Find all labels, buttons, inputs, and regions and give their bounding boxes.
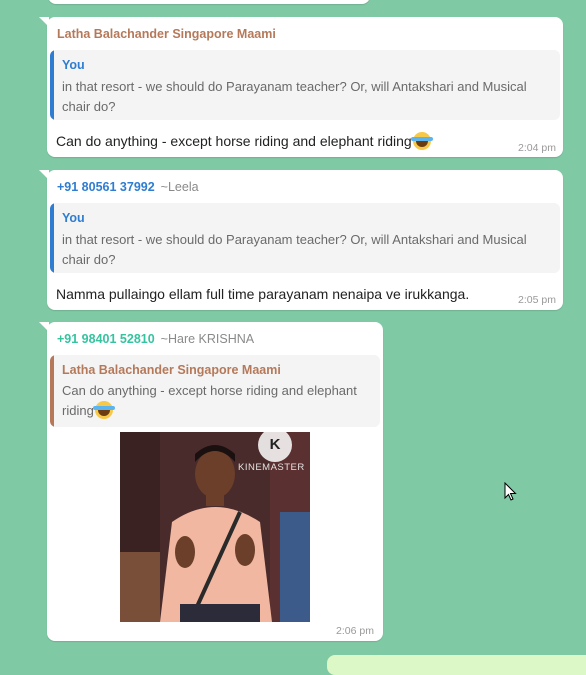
message-timestamp: 2:05 pm [518, 294, 556, 306]
sender-pushname: ~Leela [160, 180, 199, 194]
quote-bar [50, 203, 54, 273]
mouse-cursor-icon [504, 482, 517, 501]
previous-message-bubble[interactable] [48, 0, 370, 4]
quoted-text: in that resort - we should do Parayanam … [62, 232, 527, 267]
quoted-sender-name: Latha Balachander Singapore Maami [62, 363, 281, 377]
message-timestamp: 2:06 pm [336, 625, 374, 637]
message-bubble-3[interactable]: +91 98401 52810 ~Hare KRISHNA Latha Balac… [39, 322, 383, 641]
tears-of-joy-emoji-icon [92, 401, 115, 419]
quote-bar [50, 355, 54, 427]
quoted-text: in that resort - we should do Parayanam … [62, 79, 527, 114]
sender-name[interactable]: Latha Balachander Singapore Maami [57, 27, 276, 41]
quoted-sender-name: You [62, 58, 85, 72]
bubble-tail [39, 17, 49, 27]
quoted-message[interactable]: You in that resort - we should do Paraya… [50, 203, 560, 273]
bubble-tail [39, 322, 49, 332]
sender-phone[interactable]: +91 80561 37992 ~Leela [57, 180, 199, 194]
quoted-message[interactable]: You in that resort - we should do Paraya… [50, 50, 560, 120]
kinemaster-watermark: KINEMASTER [238, 462, 305, 473]
quoted-message[interactable]: Latha Balachander Singapore Maami Can do… [50, 355, 380, 427]
quoted-sender-name: You [62, 211, 85, 225]
sender-pushname: ~Hare KRISHNA [160, 332, 255, 346]
message-timestamp: 2:04 pm [518, 142, 556, 154]
message-text: Namma pullaingo ellam full time parayana… [56, 286, 470, 302]
quoted-text: Can do anything - except horse riding an… [62, 383, 357, 419]
bubble-tail [39, 170, 49, 180]
message-bubble-2[interactable]: +91 80561 37992 ~Leela You in that resort… [39, 170, 563, 310]
outgoing-message-bubble[interactable] [327, 655, 586, 675]
sender-phone[interactable]: +91 98401 52810 ~Hare KRISHNA [57, 332, 254, 346]
tears-of-joy-emoji-icon [410, 132, 433, 150]
gif-media[interactable]: K KINEMASTER [120, 432, 310, 622]
message-bubble-1[interactable]: Latha Balachander Singapore Maami You in… [39, 17, 563, 157]
message-text: Can do anything - except horse riding an… [56, 132, 433, 150]
quote-bar [50, 50, 54, 120]
